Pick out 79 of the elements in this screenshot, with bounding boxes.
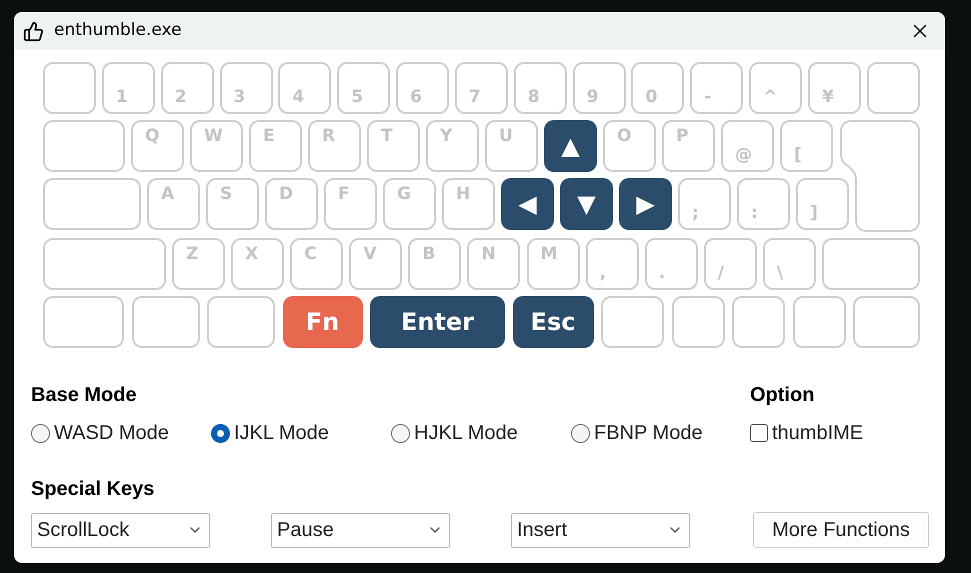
key: H [442,178,495,230]
dropdown-select[interactable]: Pause [271,512,450,548]
key: ^ [749,62,802,114]
key: ¥ [808,62,861,114]
key: Esc [512,296,594,348]
key: F [324,178,377,230]
thumbs-up-icon [23,20,44,42]
key: B [408,238,462,290]
radio-option[interactable]: WASD Mode [31,418,211,448]
key: Y [426,120,479,172]
key: V [349,238,402,290]
key: 9 [572,62,626,114]
key: ▼ [560,178,613,230]
key: ◀ [501,178,554,230]
key: W [190,120,243,172]
key: @ [721,120,774,172]
section-heading: Special Keys [31,477,156,502]
section-heading: Base Mode [31,383,138,408]
key [853,296,920,348]
key: A [147,178,200,230]
key: Enter [370,296,505,348]
key [866,62,920,114]
key: 3 [220,62,273,114]
key: U [485,120,538,172]
key [43,62,96,114]
checkbox-option[interactable]: thumbIME [750,418,864,448]
key [207,296,275,348]
key: 6 [396,62,450,114]
checkbox[interactable] [750,424,768,442]
key [732,296,785,348]
key: P [662,120,715,172]
key: , [586,238,639,290]
key: Z [172,238,226,290]
key: X [231,238,284,290]
key: O [603,120,656,172]
key: M [526,238,580,290]
key: : [737,178,790,230]
dropdown-select[interactable]: ScrollLock [31,512,210,548]
key [132,296,200,348]
radio-button[interactable] [571,424,590,442]
key: 1 [102,62,155,114]
more-functions-button[interactable]: More Functions [753,512,929,548]
key: 4 [278,62,332,114]
radio-button[interactable] [391,424,410,442]
radio-option[interactable]: HJKL Mode [391,418,571,448]
key [601,296,664,348]
radio-option[interactable]: FBNP Mode [571,418,751,448]
key: C [290,238,344,290]
key: 5 [337,62,390,114]
radio-option[interactable]: IJKL Mode [211,418,391,448]
key: Q [131,120,184,172]
key: ▲ [544,120,597,172]
radio-button[interactable] [211,424,230,442]
key: [ [780,120,833,172]
key: N [467,238,520,290]
radio-button[interactable] [31,424,50,442]
key: 8 [514,62,567,114]
key: 2 [160,62,214,114]
key: ▶ [619,178,672,230]
key: R [308,120,361,172]
key: Fn [282,296,362,348]
section-heading: Option [750,383,816,408]
key: D [265,178,318,230]
key: T [367,120,420,172]
key: ] [796,178,849,230]
window-title: enthumble.exe [54,19,182,42]
dropdown-select[interactable]: Insert [511,512,690,548]
key: \ [762,238,816,290]
key: E [249,120,302,172]
key [792,296,846,348]
key: / [704,238,757,290]
key [672,296,724,348]
key: 7 [454,62,508,114]
key: 0 [631,62,684,114]
key: . [644,238,698,290]
key: G [383,178,436,230]
key: - [690,62,744,114]
key: ; [678,178,731,230]
key: S [206,178,259,230]
